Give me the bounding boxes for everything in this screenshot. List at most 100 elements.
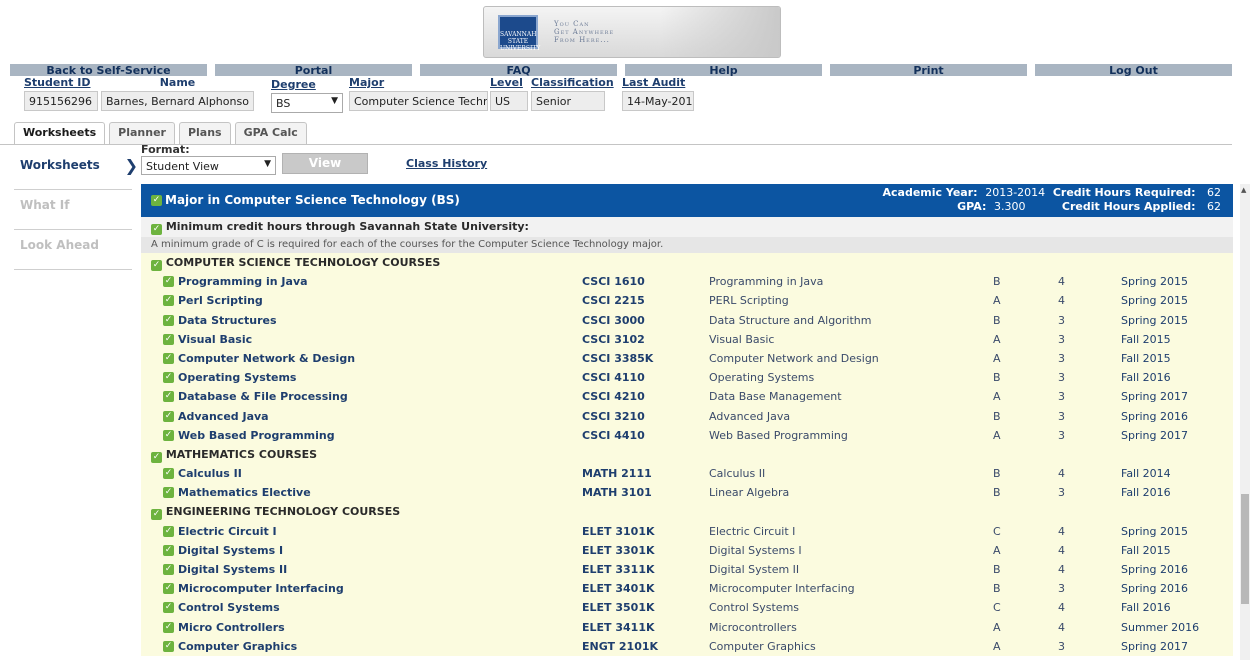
course-grade: C [993,524,1001,538]
course-code[interactable]: ELET 3401K [582,579,655,598]
check-icon: ✓ [151,451,162,463]
tab-gpa-calc[interactable]: GPA Calc [234,122,307,144]
course-code[interactable]: CSCI 3000 [582,311,645,330]
course-code[interactable]: CSCI 4210 [582,387,645,406]
university-logo: SAVANNAH STATE UNIVERSITY You Can Get An… [483,6,781,58]
course-term: Summer 2016 [1121,620,1200,634]
course-credits: 3 [1058,332,1065,346]
tab-planner[interactable]: Planner [109,122,175,144]
view-button[interactable]: View [282,153,368,174]
check-icon: ✓ [163,314,174,326]
course-grade: A [993,428,1001,442]
course-code[interactable]: ELET 3311K [582,560,655,579]
requirement-name: Digital Systems I [178,543,284,557]
course-term: Spring 2017 [1121,390,1188,404]
course-title: Operating Systems [709,371,815,385]
course-term: Spring 2015 [1121,275,1188,289]
course-term: Fall 2015 [1121,543,1171,557]
course-row: ✓ Calculus II MATH 2111 Calculus II B 4 Fall 2… [141,464,1233,484]
course-row: ✓ Microcomputer Interfacing ELET 3401K Micr… [141,579,1233,599]
nav-print[interactable]: Print [830,64,1027,77]
degree-select[interactable]: BS ▼ [271,93,343,113]
course-code[interactable]: CSCI 1610 [582,272,645,291]
side-item-what-if[interactable]: What If [14,190,132,230]
requirement-name: Web Based Programming [178,428,335,442]
course-grade: B [993,409,1001,423]
logo-building-image [660,7,780,57]
top-navigation: Back to Self-Service Portal FAQ Help Pri… [10,64,1232,77]
course-term: Spring 2016 [1121,409,1188,423]
course-code[interactable]: MATH 2111 [582,464,652,483]
nav-log-out[interactable]: Log Out [1035,64,1232,77]
side-item-look-ahead[interactable]: Look Ahead [14,230,132,270]
course-row: ✓ Data Structures CSCI 3000 Data Structure … [141,310,1233,330]
tab-plans[interactable]: Plans [178,122,231,144]
class-history-link[interactable]: Class History [406,157,487,170]
course-credits: 4 [1058,601,1065,615]
course-title: Computer Graphics [709,639,816,653]
check-icon: ✓ [163,410,174,422]
check-icon: ✓ [151,260,162,271]
course-row: ✓ Micro Controllers ELET 3411K Microcontrol… [141,617,1233,637]
section-header: ✓ MATHEMATICS COURSES [141,444,1233,465]
nav-faq[interactable]: FAQ [420,64,617,77]
dropdown-arrow-icon: ▼ [264,159,271,169]
course-code[interactable]: ELET 3501K [582,598,655,617]
nav-portal[interactable]: Portal [215,64,412,77]
side-item-worksheets[interactable]: Worksheets ❯ [14,150,138,190]
course-code[interactable]: CSCI 3210 [582,407,645,426]
requirement-name: Digital Systems II [178,563,288,576]
course-code[interactable]: ELET 3101K [582,522,655,541]
course-term: Fall 2016 [1121,371,1171,385]
degree-value: BS [276,97,291,110]
logo-tagline: You Can Get Anywhere From Here... [554,20,615,44]
scroll-up-arrow-icon[interactable]: ▲ [1241,186,1246,194]
course-credits: 3 [1058,582,1065,596]
student-id-group: Student ID 915156296 [24,77,98,111]
check-icon: ✓ [163,621,174,633]
scrollbar-thumb[interactable] [1241,494,1249,604]
course-code[interactable]: CSCI 3102 [582,330,645,349]
course-grade: B [993,467,1001,481]
course-row: ✓ Electric Circuit I ELET 3101K Electric Ci… [141,521,1233,541]
scrollbar[interactable]: ▲ [1240,184,1250,660]
level-label: Level [490,76,523,89]
requirement-name: Control Systems [178,601,280,615]
check-icon: ✓ [151,195,162,206]
course-credits: 3 [1058,351,1065,365]
credit-required-value: 62 [1207,186,1221,199]
course-code[interactable]: CSCI 4410 [582,426,645,445]
course-sections: ✓ COMPUTER SCIENCE TECHNOLOGY COURSES ✓ Pr… [141,253,1233,656]
student-name-field: Barnes, Bernard Alphonso [101,91,254,111]
requirement-name: Microcomputer Interfacing [178,582,344,596]
course-grade: B [993,563,1001,576]
tab-worksheets[interactable]: Worksheets [14,122,106,145]
course-code[interactable]: ELET 3411K [582,618,655,637]
format-select[interactable]: Student View ▼ [141,156,276,175]
credit-applied-label: Credit Hours Applied: [1061,200,1196,213]
course-code[interactable]: CSCI 4110 [582,368,645,387]
course-code[interactable]: ELET 3301K [582,541,655,560]
check-icon: ✓ [163,525,174,537]
course-code[interactable]: CSCI 2215 [582,291,645,310]
course-title: Microcomputer Interfacing [709,582,855,596]
course-code[interactable]: CSCI 3385K [582,349,653,368]
course-grade: B [993,582,1001,596]
check-icon: ✓ [163,276,174,288]
course-grade: A [993,543,1001,557]
course-row: ✓ Perl Scripting CSCI 2215 PERL Scripting A 4… [141,291,1233,311]
level-field: US [490,91,528,111]
check-icon: ✓ [163,391,174,403]
course-credits: 3 [1058,390,1065,404]
course-code[interactable]: ENGT 2101K [582,637,658,656]
side-item-label: Worksheets [20,158,100,172]
course-row: ✓ Digital Systems I ELET 3301K Digital Syst… [141,540,1233,560]
format-group: Format: Student View ▼ [141,144,276,175]
nav-back-to-self-service[interactable]: Back to Self-Service [10,64,207,77]
course-term: Spring 2016 [1121,582,1188,596]
nav-help[interactable]: Help [625,64,822,77]
block-stats: Academic Year: 2013-2014 Credit Hours Re… [882,186,1221,214]
min-credit-text: Minimum credit hours through Savannah St… [165,220,529,233]
course-credits: 4 [1058,467,1065,481]
course-code[interactable]: MATH 3101 [582,483,652,502]
